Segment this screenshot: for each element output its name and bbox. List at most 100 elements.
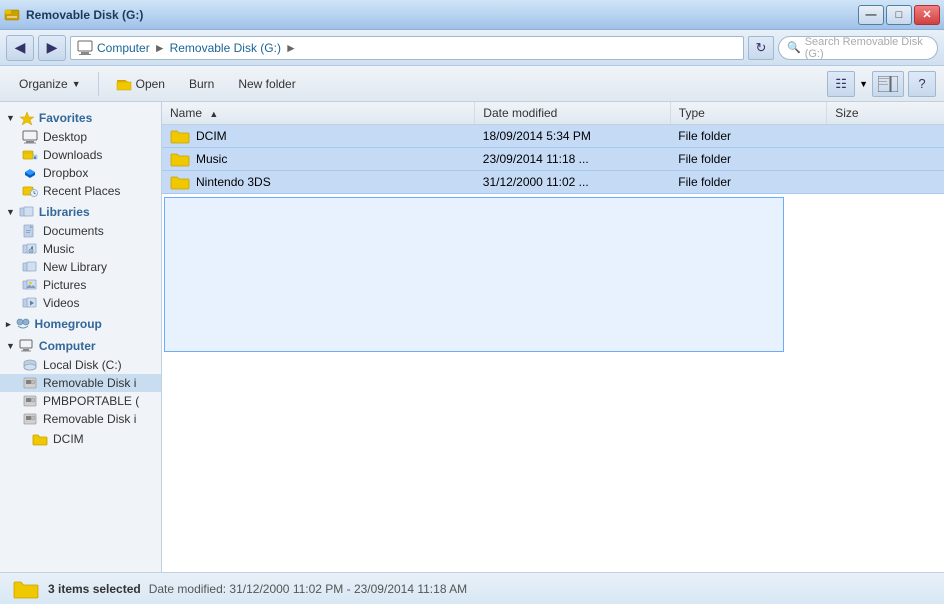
homegroup-section: ▸ Homegroup [0,314,161,334]
table-row[interactable]: Music 23/09/2014 11:18 ... File folder [162,148,944,171]
favorites-section: ▼ Favorites Desktop [0,108,161,200]
status-folder-icon [12,577,40,601]
toolbar: Organize ▼ Open Burn New folder ☷ ▼ ? [0,66,944,102]
recent-places-icon [22,184,38,198]
sidebar-item-dcim[interactable]: DCIM [0,430,161,448]
sidebar-item-documents-label: Documents [43,224,104,238]
favorites-label: Favorites [39,111,92,125]
new-library-icon [22,260,38,274]
col-date[interactable]: Date modified [475,102,671,125]
sidebar-item-newlibrary-label: New Library [43,260,107,274]
sidebar-item-localc[interactable]: Local Disk (C:) [0,356,161,374]
sidebar-item-pmbportable[interactable]: PMBPORTABLE ( [0,392,161,410]
address-bar: ◀ ▶ Computer ► Removable Disk (G:) ► ↻ 🔍… [0,30,944,66]
computer-icon [77,40,93,56]
organize-arrow: ▼ [72,79,81,89]
address-path[interactable]: Computer ► Removable Disk (G:) ► [70,36,744,60]
help-button[interactable]: ? [908,71,936,97]
sidebar-item-downloads-label: Downloads [43,148,102,162]
sidebar-item-removable1[interactable]: Removable Disk i [0,374,161,392]
path-arrow-1: ► [154,41,166,55]
search-icon: 🔍 [787,41,801,54]
homegroup-label: Homegroup [35,317,102,331]
sidebar-item-newlibrary[interactable]: New Library [0,258,161,276]
dcim-folder-icon [32,432,48,446]
status-date-range: Date modified: 31/12/2000 11:02 PM - 23/… [149,582,467,596]
open-button[interactable]: Open [105,70,176,98]
sidebar-item-dropbox-label: Dropbox [43,166,88,180]
sidebar-item-downloads[interactable]: Downloads [0,146,161,164]
sidebar: ▼ Favorites Desktop [0,102,162,572]
preview-pane-button[interactable] [872,71,904,97]
refresh-button[interactable]: ↻ [748,36,774,60]
col-name[interactable]: Name ▲ [162,102,475,125]
view-button[interactable]: ☷ [827,71,855,97]
open-label: Open [136,77,165,91]
computer-label: Computer [39,339,96,353]
libraries-icon [19,205,35,219]
computer-sidebar-icon [19,339,35,353]
window-icon [4,7,20,23]
homegroup-arrow: ▸ [6,319,11,330]
minimize-button[interactable]: — [858,5,884,25]
status-items-selected: 3 items selected [48,582,141,596]
removable-disk-icon-2 [22,412,38,426]
sidebar-item-removable2[interactable]: Removable Disk i [0,410,161,428]
libraries-label: Libraries [39,205,90,219]
sidebar-item-documents[interactable]: Documents [0,222,161,240]
libraries-header[interactable]: ▼ Libraries [0,202,161,222]
sidebar-item-recent[interactable]: Recent Places [0,182,161,200]
libraries-section: ▼ Libraries Documents [0,202,161,312]
search-placeholder: Search Removable Disk (G:) [805,36,929,60]
col-size[interactable]: Size [827,102,944,125]
organize-button[interactable]: Organize ▼ [8,70,92,98]
removable-disk-icon-1 [22,376,38,390]
sidebar-item-desktop[interactable]: Desktop [0,128,161,146]
homegroup-icon [15,317,31,331]
table-row[interactable]: DCIM 18/09/2014 5:34 PM File folder [162,125,944,148]
favorites-header[interactable]: ▼ Favorites [0,108,161,128]
folder-icon-nintendo [170,174,190,190]
table-row[interactable]: Nintendo 3DS 31/12/2000 11:02 ... File f… [162,171,944,194]
sidebar-item-videos[interactable]: Videos [0,294,161,312]
sidebar-item-desktop-label: Desktop [43,130,87,144]
sidebar-item-localc-label: Local Disk (C:) [43,358,122,372]
view-arrow[interactable]: ▼ [859,79,868,89]
file-name-cell: DCIM [162,125,475,148]
path-computer: Computer [97,41,150,55]
sidebar-item-pictures[interactable]: Pictures [0,276,161,294]
file-list[interactable]: Name ▲ Date modified Type Size [162,102,944,572]
path-arrow-2: ► [285,41,297,55]
file-name-cell: Nintendo 3DS [162,171,475,194]
sidebar-item-music[interactable]: Music [0,240,161,258]
computer-header[interactable]: ▼ Computer [0,336,161,356]
burn-button[interactable]: Burn [178,70,225,98]
downloads-icon [22,148,38,162]
organize-label: Organize [19,77,68,91]
sidebar-item-music-label: Music [43,242,74,256]
dropbox-icon [22,166,38,180]
title-bar-text: Removable Disk (G:) [26,8,143,22]
homegroup-header[interactable]: ▸ Homegroup [0,314,161,334]
close-button[interactable]: ✕ [914,5,940,25]
content-area: Name ▲ Date modified Type Size [162,102,944,572]
sidebar-item-pictures-label: Pictures [43,278,86,292]
forward-button[interactable]: ▶ [38,35,66,61]
libraries-arrow: ▼ [6,207,15,217]
videos-icon [22,296,38,310]
new-folder-button[interactable]: New folder [227,70,306,98]
status-bar: 3 items selected Date modified: 31/12/20… [0,572,944,604]
open-icon [116,76,132,92]
maximize-button[interactable]: □ [886,5,912,25]
col-type[interactable]: Type [670,102,826,125]
main-area: ▼ Favorites Desktop [0,102,944,572]
sidebar-item-dropbox[interactable]: Dropbox [0,164,161,182]
back-button[interactable]: ◀ [6,35,34,61]
favorites-arrow: ▼ [6,113,15,123]
search-box[interactable]: 🔍 Search Removable Disk (G:) [778,36,938,60]
star-icon [19,111,35,125]
title-bar-left: Removable Disk (G:) [4,7,143,23]
dcim-section: DCIM [0,430,161,448]
file-name-cell: Music [162,148,475,171]
computer-arrow: ▼ [6,341,15,351]
